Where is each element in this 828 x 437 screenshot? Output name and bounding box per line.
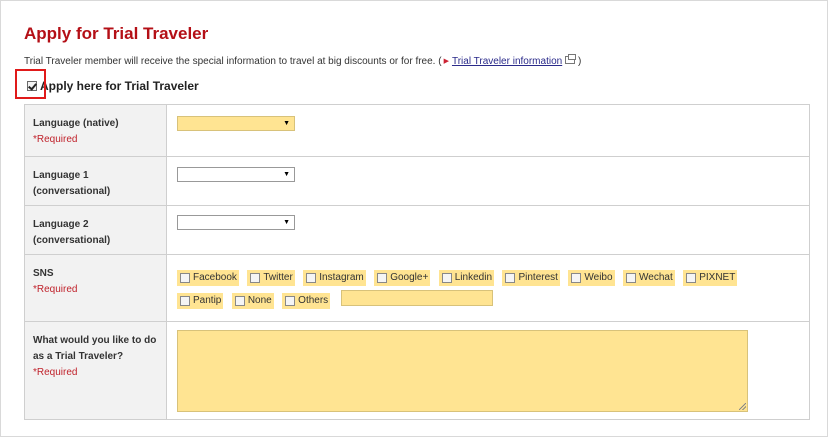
sns-option-twitter[interactable]: Twitter — [247, 270, 295, 286]
sns-option-pinterest[interactable]: Pinterest — [502, 270, 560, 286]
apply-trial-traveler-label[interactable]: Apply here for Trial Traveler — [40, 79, 199, 94]
sns-option-facebook[interactable]: Facebook — [177, 270, 239, 286]
intro-description: Trial Traveler member will receive the s… — [24, 56, 442, 67]
value-cell: ▼ — [166, 156, 810, 206]
checkbox[interactable] — [247, 270, 264, 286]
highlight-callout-box — [15, 69, 46, 99]
sns-option-pixnet[interactable]: PIXNET — [683, 270, 738, 286]
value-cell — [166, 321, 810, 420]
resize-grip-icon[interactable] — [739, 403, 746, 410]
value-cell: ▼ — [166, 205, 810, 255]
label-cell: What would you like to do as a Trial Tra… — [24, 321, 167, 420]
checkbox[interactable] — [438, 270, 455, 286]
required-marker: *Required — [33, 367, 78, 378]
sns-option-label: Pantip — [193, 293, 224, 309]
wish-textarea[interactable] — [177, 330, 748, 412]
trial-traveler-info-link[interactable]: Trial Traveler information — [452, 56, 562, 67]
sns-option-none[interactable]: None — [231, 293, 274, 309]
checkbox[interactable] — [374, 270, 391, 286]
sns-option-label: PIXNET — [699, 270, 738, 286]
sns-option-wechat[interactable]: Wechat — [623, 270, 675, 286]
sns-option-googleplus[interactable]: Google+ — [374, 270, 431, 286]
wish-label-line1: What would you like to do — [33, 335, 157, 346]
language1-select[interactable]: ▼ — [177, 167, 295, 182]
required-marker: *Required — [33, 134, 78, 145]
value-cell: ▼ — [166, 104, 810, 157]
intro-text: Trial Traveler member will receive the s… — [24, 54, 582, 68]
application-form: Language (native) *Required ▼ Language 1… — [24, 104, 810, 420]
row-language-native: Language (native) *Required ▼ — [24, 104, 810, 157]
sns-options-line-1: Facebook Twitter Instagram Google+ Linke… — [177, 267, 777, 290]
wish-label-line2: as a Trial Traveler? — [33, 351, 124, 362]
checkbox[interactable] — [177, 270, 193, 286]
label-cell: Language 2 (conversational) — [24, 205, 167, 255]
sns-option-label: Others — [298, 293, 331, 309]
checkbox[interactable] — [502, 270, 519, 286]
sns-option-others[interactable]: Others — [282, 293, 331, 309]
language2-label-line2: (conversational) — [33, 235, 111, 246]
dropdown-arrow-icon: ▼ — [283, 219, 290, 226]
sns-options-line-2: Pantip None Others — [177, 290, 777, 313]
row-sns: SNS *Required Facebook Twitter Instagram… — [24, 254, 810, 322]
sns-option-pantip[interactable]: Pantip — [177, 293, 224, 309]
dropdown-arrow-icon: ▼ — [283, 120, 290, 127]
sns-option-label: Facebook — [193, 270, 239, 286]
checkbox[interactable] — [303, 270, 320, 286]
checkbox[interactable] — [231, 293, 248, 309]
sns-option-label: Wechat — [639, 270, 675, 286]
sns-options: Facebook Twitter Instagram Google+ Linke… — [177, 267, 777, 313]
language-native-select[interactable]: ▼ — [177, 116, 295, 131]
checkbox[interactable] — [623, 270, 640, 286]
row-language-2: Language 2 (conversational) ▼ — [24, 205, 810, 255]
required-marker: *Required — [33, 284, 78, 295]
sns-option-label: Google+ — [390, 270, 431, 286]
sns-others-input[interactable] — [340, 290, 493, 306]
checkbox[interactable] — [568, 270, 585, 286]
intro-close-paren: ) — [577, 56, 582, 67]
sns-option-linkedin[interactable]: Linkedin — [438, 270, 495, 286]
label-cell: SNS *Required — [24, 254, 167, 322]
label-cell: Language (native) *Required — [24, 104, 167, 157]
language1-label-line2: (conversational) — [33, 186, 111, 197]
language1-label-line1: Language 1 — [33, 170, 89, 181]
page-title: Apply for Trial Traveler — [24, 24, 209, 43]
checkbox[interactable] — [282, 293, 299, 309]
label-cell: Language 1 (conversational) — [24, 156, 167, 206]
value-cell: Facebook Twitter Instagram Google+ Linke… — [166, 254, 810, 322]
language-native-label: Language (native) — [33, 118, 119, 129]
sns-option-weibo[interactable]: Weibo — [568, 270, 615, 286]
sns-label: SNS — [33, 268, 54, 279]
external-window-icon — [565, 54, 577, 64]
language2-select[interactable]: ▼ — [177, 215, 295, 230]
sns-option-label: Weibo — [584, 270, 615, 286]
row-language-1: Language 1 (conversational) ▼ — [24, 156, 810, 206]
language2-label-line1: Language 2 — [33, 219, 89, 230]
arrow-right-icon: ▶ — [443, 58, 449, 65]
sns-option-label: None — [247, 293, 274, 309]
dropdown-arrow-icon: ▼ — [283, 171, 290, 178]
checkbox[interactable] — [683, 270, 700, 286]
sns-option-label: Instagram — [319, 270, 366, 286]
sns-option-label: Twitter — [263, 270, 295, 286]
sns-option-label: Linkedin — [454, 270, 495, 286]
sns-option-label: Pinterest — [518, 270, 560, 286]
row-wish: What would you like to do as a Trial Tra… — [24, 321, 810, 420]
checkbox[interactable] — [177, 293, 193, 309]
sns-option-instagram[interactable]: Instagram — [303, 270, 366, 286]
